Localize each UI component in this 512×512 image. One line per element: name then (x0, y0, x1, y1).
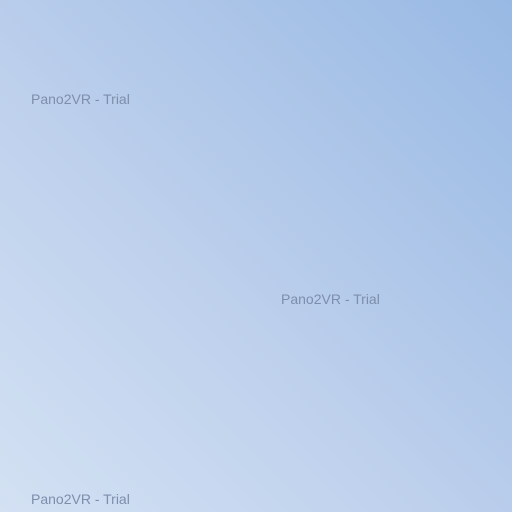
trial-watermark: Pano2VR - Trial (31, 91, 130, 107)
trial-watermark: Pano2VR - Trial (281, 291, 380, 307)
trial-watermark: Pano2VR - Trial (31, 491, 130, 507)
panorama-viewport[interactable]: Pano2VR - Trial Pano2VR - Trial Pano2VR … (0, 0, 512, 512)
